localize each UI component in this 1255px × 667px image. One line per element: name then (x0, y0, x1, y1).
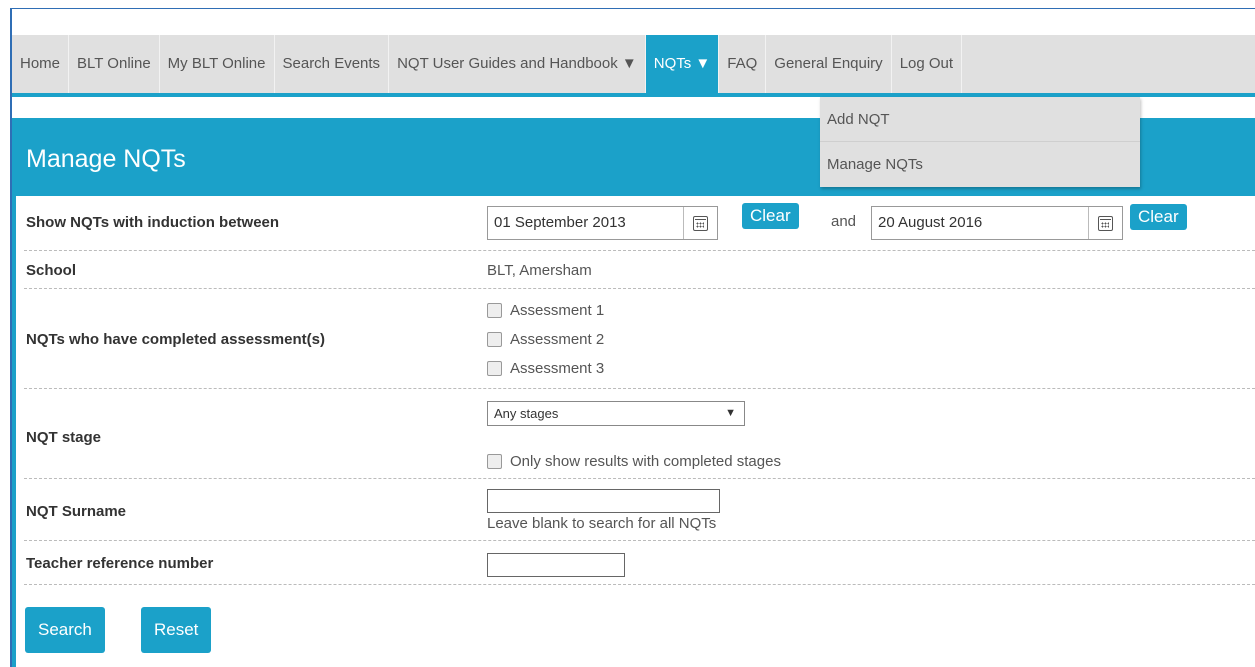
row-school: School BLT, Amersham (24, 251, 1255, 289)
calendar-icon (693, 215, 708, 231)
row-induction: Show NQTs with induction between 01 Sept… (24, 196, 1255, 251)
assessment-3-label: Assessment 3 (510, 360, 605, 377)
stage-label: NQT stage (26, 429, 102, 446)
main-nav: Home BLT Online My BLT Online Search Eve… (12, 35, 1255, 97)
assessment-3-option[interactable]: Assessment 3 (487, 360, 604, 377)
stage-selected-value: Any stages (494, 406, 559, 421)
assessment-2-option[interactable]: Assessment 2 (487, 331, 604, 348)
row-assessments: NQTs who have completed assessment(s) As… (24, 289, 1255, 389)
reset-button[interactable]: Reset (141, 607, 212, 653)
induction-from-value: 01 September 2013 (494, 214, 626, 231)
calendar-icon (1098, 215, 1113, 231)
nav-user-guides[interactable]: NQT User Guides and Handbook ▼ (389, 35, 646, 93)
clear-from-button[interactable]: Clear (742, 203, 799, 229)
completed-stages-option[interactable]: Only show results with completed stages (487, 453, 781, 470)
school-value: BLT, Amersham (487, 262, 592, 279)
induction-label: Show NQTs with induction between (26, 214, 280, 231)
assessment-1-checkbox[interactable] (487, 303, 502, 318)
trn-label: Teacher reference number (26, 555, 214, 572)
calendar-button-to[interactable] (1088, 207, 1122, 239)
induction-to-value: 20 August 2016 (878, 214, 983, 231)
and-text: and (831, 213, 857, 230)
dropdown-manage-nqts[interactable]: Manage NQTs (820, 142, 1140, 187)
row-trn: Teacher reference number (24, 541, 1255, 585)
assessments-label: NQTs who have completed assessment(s) (26, 331, 325, 348)
row-stage: NQT stage Any stages ▼ Only show results… (24, 389, 1255, 479)
nav-nqts[interactable]: NQTs ▼ (645, 35, 720, 93)
nqts-dropdown-menu: Add NQT Manage NQTs (820, 97, 1140, 187)
dropdown-arrow-icon: ▼ (725, 407, 736, 419)
nav-faq[interactable]: FAQ (719, 35, 767, 93)
assessment-1-option[interactable]: Assessment 1 (487, 302, 604, 319)
assessment-2-checkbox[interactable] (487, 332, 502, 347)
nav-home[interactable]: Home (12, 35, 70, 93)
completed-stages-checkbox[interactable] (487, 454, 502, 469)
nav-my-blt-online[interactable]: My BLT Online (160, 35, 275, 93)
page-title: Manage NQTs (26, 145, 186, 173)
row-surname: NQT Surname Leave blank to search for al… (24, 479, 1255, 541)
surname-hint: Leave blank to search for all NQTs (487, 515, 717, 532)
clear-to-button[interactable]: Clear (1130, 204, 1187, 230)
dropdown-add-nqt[interactable]: Add NQT (820, 97, 1140, 142)
completed-stages-label: Only show results with completed stages (510, 453, 781, 470)
calendar-button-from[interactable] (683, 207, 717, 239)
nav-blt-online[interactable]: BLT Online (69, 35, 160, 93)
school-label: School (26, 262, 77, 279)
stage-select[interactable]: Any stages ▼ (487, 401, 745, 426)
assessment-3-checkbox[interactable] (487, 361, 502, 376)
induction-to-input[interactable]: 20 August 2016 (871, 206, 1123, 240)
search-button[interactable]: Search (25, 607, 105, 653)
nav-search-events[interactable]: Search Events (275, 35, 390, 93)
trn-input[interactable] (487, 553, 625, 577)
panel-left-border (12, 196, 16, 667)
assessment-2-label: Assessment 2 (510, 331, 605, 348)
induction-from-input[interactable]: 01 September 2013 (487, 206, 718, 240)
assessment-1-label: Assessment 1 (510, 302, 605, 319)
nav-log-out[interactable]: Log Out (892, 35, 963, 93)
nav-general-enquiry[interactable]: General Enquiry (766, 35, 892, 93)
surname-label: NQT Surname (26, 503, 127, 520)
surname-input[interactable] (487, 489, 720, 513)
